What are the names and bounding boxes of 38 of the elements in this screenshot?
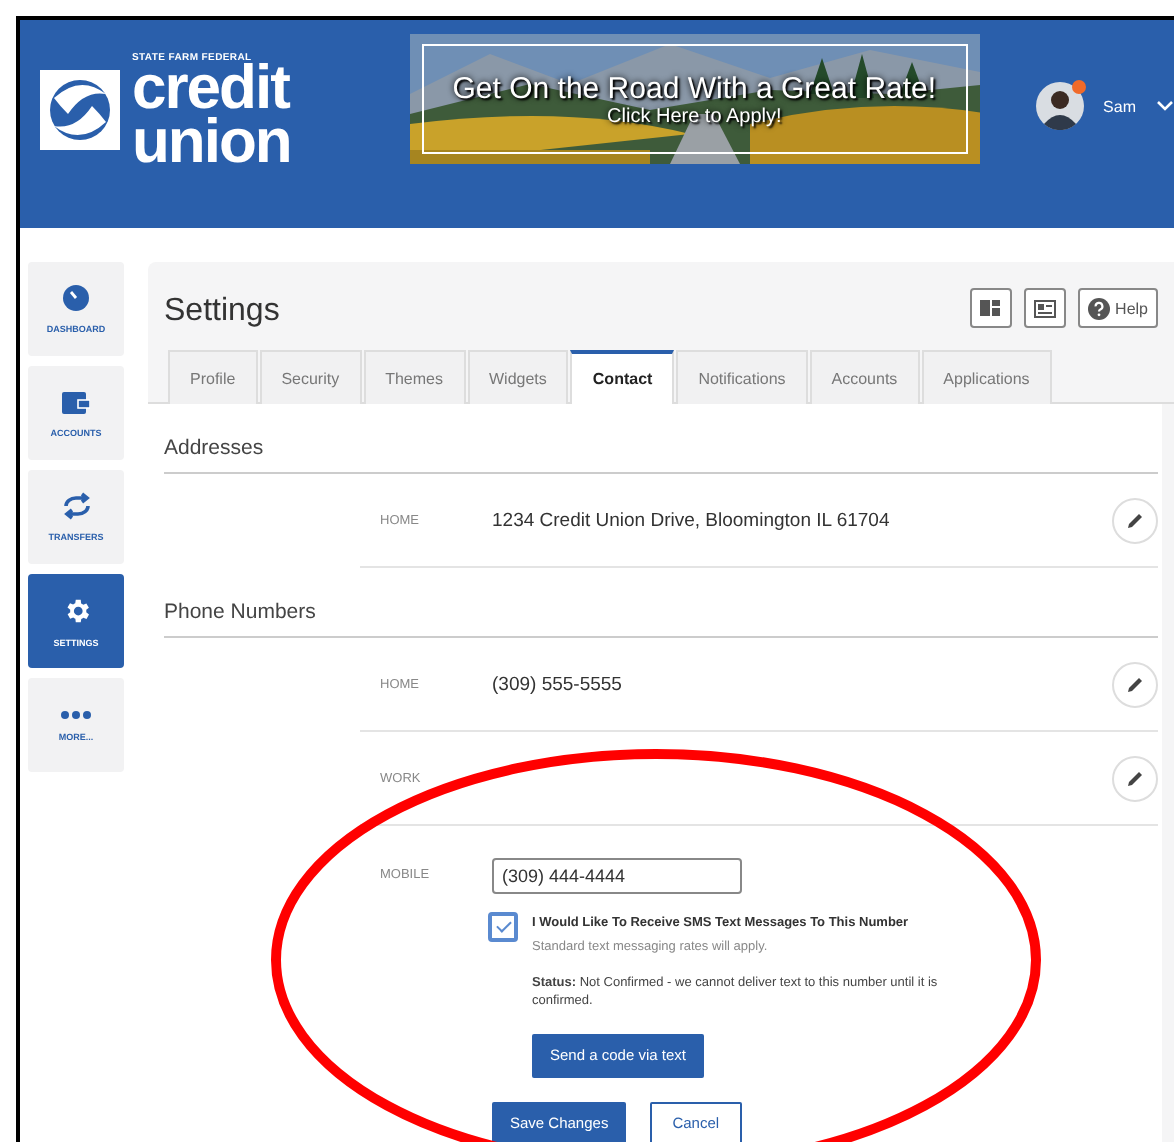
tab[interactable]: Security [259,350,362,404]
tab[interactable]: Widgets [467,350,569,404]
edit-button[interactable] [1112,661,1158,707]
gear-icon [61,595,91,625]
phone-input[interactable]: (309) 444-4444 [492,858,742,894]
card-icon [1033,299,1056,317]
tab[interactable]: Applications [921,350,1052,404]
section-title: Addresses [164,404,1158,474]
card-button[interactable] [1023,288,1066,328]
edit-button[interactable] [1112,497,1158,543]
tab[interactable]: Accounts [809,350,920,404]
logo-wordmark: union [132,115,291,168]
gauge-icon [62,284,90,312]
pencil-icon [1126,511,1144,529]
field-value: (309) 555-5555 [492,673,624,695]
wallet-icon [62,389,90,415]
pencil-icon [1126,675,1144,693]
tab[interactable]: Profile [168,350,258,404]
tab[interactable]: Contact [570,350,675,404]
layout-button[interactable] [969,288,1012,328]
layout-icon [980,300,1001,316]
logo-icon [40,70,120,151]
help-button[interactable]: Help [1077,288,1158,328]
tab[interactable]: Themes [363,350,465,404]
section-title: Phone Numbers [164,568,1158,638]
sms-checkbox[interactable] [488,912,518,942]
field-value: 1234 Credit Union Drive, Bloomington IL 61704 [492,509,892,531]
edit-button[interactable] [1112,755,1158,801]
logo-wordmark: credit [132,62,291,116]
pencil-icon [1126,769,1144,787]
user-name[interactable]: Sam [1103,97,1136,115]
tab[interactable]: Notifications [676,350,808,404]
chevron-down-icon[interactable] [1156,100,1174,112]
help-icon [1087,297,1110,319]
page-title: Settings [164,294,280,330]
transfer-arrows-icon [61,492,91,520]
avatar[interactable] [1035,82,1084,130]
more-icon [60,709,92,719]
